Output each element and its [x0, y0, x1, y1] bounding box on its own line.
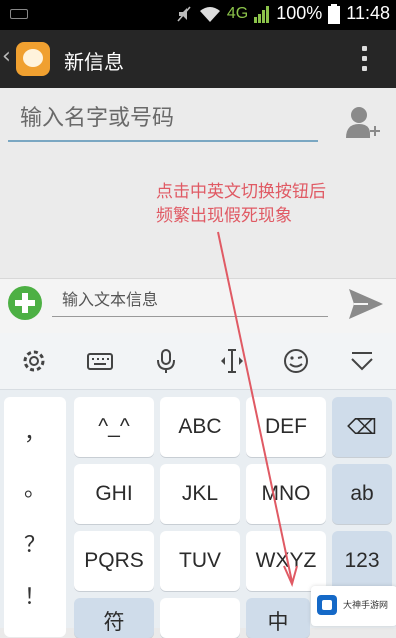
key-chinese-english-switch[interactable]: 中	[246, 598, 310, 638]
key-symbols[interactable]: 符	[74, 598, 154, 638]
emoji-icon[interactable]	[282, 347, 310, 375]
recipient-input[interactable]: 输入名字或号码	[8, 106, 318, 142]
page-title: 新信息	[64, 50, 124, 74]
add-contact-icon[interactable]	[344, 104, 380, 142]
mute-icon	[177, 5, 191, 22]
message-input[interactable]: 输入文本信息	[52, 287, 328, 317]
watermark-badge: 大神手游网	[311, 586, 396, 626]
keyboard-toolbar	[0, 333, 396, 390]
keyboard-icon[interactable]	[86, 347, 114, 375]
key-tuv[interactable]: TUV	[160, 531, 240, 591]
symbol-column[interactable]: ， 。 ？ ！	[4, 397, 66, 637]
annotation-line-2: 频繁出现假死现象	[156, 206, 292, 226]
messaging-app-icon[interactable]	[16, 42, 50, 76]
symbol-period[interactable]: 。	[4, 471, 66, 503]
status-right: 4G 100% 11:48	[175, 3, 390, 24]
battery-icon	[328, 3, 341, 24]
collapse-keyboard-icon[interactable]	[348, 347, 376, 375]
key-jkl[interactable]: JKL	[160, 464, 240, 524]
symbol-exclaim[interactable]: ！	[4, 579, 66, 611]
symbol-question[interactable]: ？	[4, 527, 66, 559]
key-emoticon[interactable]: ^_^	[74, 397, 154, 457]
overflow-menu-icon[interactable]	[362, 46, 368, 72]
back-icon[interactable]: ‹	[2, 44, 11, 69]
signal-icon	[254, 5, 270, 23]
key-ghi[interactable]: GHI	[74, 464, 154, 524]
annotation-line-1: 点击中英文切换按钮后	[156, 182, 326, 202]
clock: 11:48	[346, 3, 390, 23]
key-space[interactable]	[160, 598, 240, 638]
key-abc[interactable]: ABC	[160, 397, 240, 457]
compose-bar: 输入文本信息	[0, 278, 396, 333]
cursor-move-icon[interactable]	[218, 347, 246, 375]
settings-gear-icon[interactable]	[20, 347, 48, 375]
key-def[interactable]: DEF	[246, 397, 326, 457]
key-123[interactable]: 123	[332, 531, 392, 591]
key-pqrs[interactable]: PQRS	[74, 531, 154, 591]
ime-keyboard: ， 。 ？ ！ ^_^ ABC DEF ⌫ GHI JKL MNO ab PQR…	[0, 333, 396, 638]
symbol-comma[interactable]: ，	[4, 415, 66, 447]
key-wxyz[interactable]: WXYZ	[246, 531, 326, 591]
watermark-logo-icon	[317, 595, 337, 615]
wifi-icon	[199, 6, 220, 22]
annotation-text: 点击中英文切换按钮后 频繁出现假死现象	[156, 180, 326, 228]
network-type: 4G	[226, 4, 249, 22]
notification-icon	[10, 9, 28, 19]
key-mno[interactable]: MNO	[246, 464, 326, 524]
action-bar: ‹ 新信息	[0, 30, 396, 88]
battery-percent: 100%	[276, 3, 323, 23]
status-bar: 4G 100% 11:48	[0, 0, 396, 30]
watermark-text: 大神手游网	[343, 601, 389, 611]
key-ab-switch[interactable]: ab	[332, 464, 392, 524]
attach-plus-icon[interactable]	[8, 286, 42, 320]
delete-key[interactable]: ⌫	[332, 397, 392, 457]
send-icon[interactable]	[348, 287, 384, 321]
microphone-icon[interactable]	[152, 347, 180, 375]
